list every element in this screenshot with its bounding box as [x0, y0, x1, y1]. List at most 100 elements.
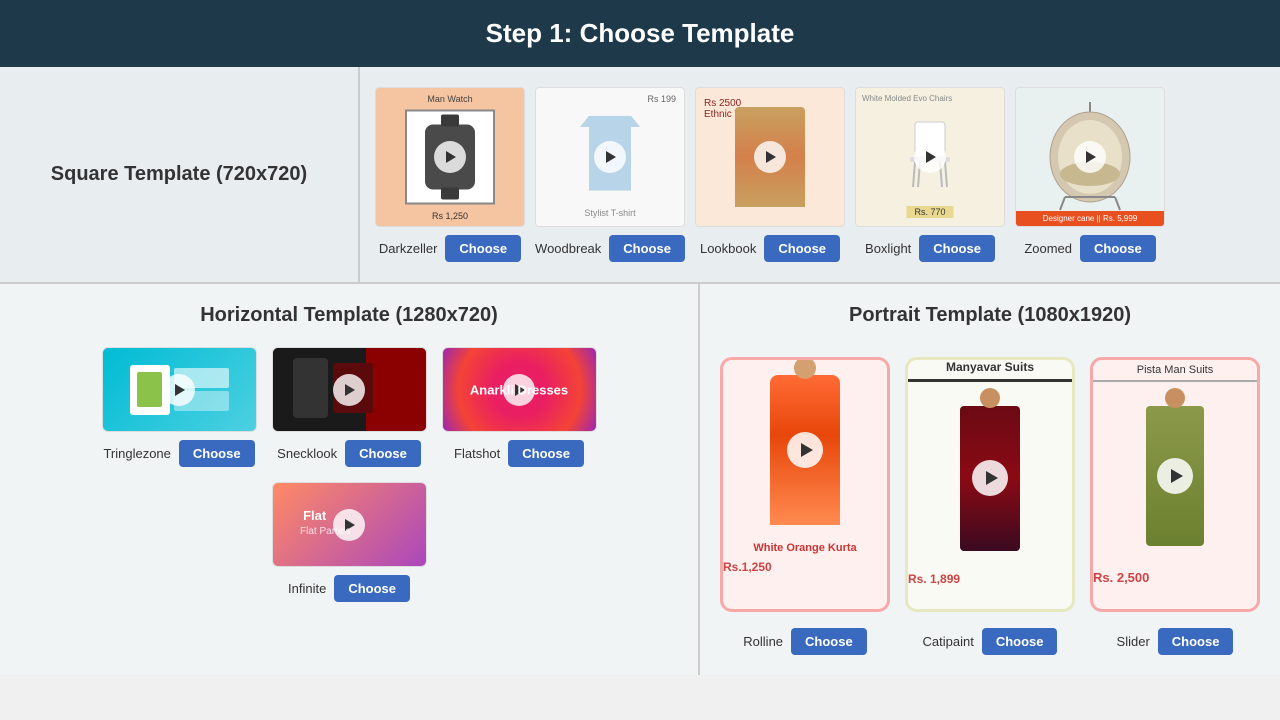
snecklook-label-row: Snecklook Choose	[277, 440, 421, 467]
main-content: Square Template (720x720) Man Watch Rs 1…	[0, 67, 1280, 675]
darkzeller-thumb: Man Watch Rs 1,250	[375, 87, 525, 227]
template-item-infinite: Flat Flat Parties Infinite Choose	[272, 482, 427, 602]
woodbreak-choose-btn[interactable]: Choose	[609, 235, 685, 262]
catipaint-price: Rs. 1,899	[908, 572, 1072, 586]
slider-figure	[1093, 386, 1257, 566]
slider-divider	[1093, 380, 1257, 382]
zoomed-name: Zoomed	[1024, 241, 1072, 256]
catipaint-play[interactable]	[972, 460, 1008, 496]
zoomed-choose-btn[interactable]: Choose	[1080, 235, 1156, 262]
tringlezone-thumb	[102, 347, 257, 432]
template-item-boxlight: White Molded Evo Chairs Rs. 770	[855, 87, 1005, 262]
woodbreak-sublabel: Stylist T-shirt	[584, 208, 635, 218]
rolline-price: Rs.1,250	[723, 560, 887, 574]
template-item-slider: Pista Man Suits Rs. 2,500 Slider Choose	[1090, 357, 1260, 655]
darkzeller-play[interactable]	[434, 141, 466, 173]
rolline-thumb: White Orange Kurta Rs.1,250	[720, 357, 890, 612]
horizontal-template-section: Horizontal Template (1280x720)	[0, 284, 700, 675]
lookbook-thumb: Rs 2500Ethnic Wear	[695, 87, 845, 227]
flatshot-name: Flatshot	[454, 446, 500, 461]
snecklook-choose-btn[interactable]: Choose	[345, 440, 421, 467]
template-item-flatshot: Anarkli Dresses Flatshot Choose	[442, 347, 597, 467]
catipaint-product-title: Manyavar Suits	[908, 360, 1072, 374]
infinite-thumb: Flat Flat Parties	[272, 482, 427, 567]
zoomed-label-row: Zoomed Choose	[1024, 235, 1155, 262]
slider-label-row: Slider Choose	[1117, 628, 1234, 655]
snecklook-thumb	[272, 347, 427, 432]
snecklook-play[interactable]	[333, 374, 365, 406]
rolline-figure	[723, 360, 887, 540]
lookbook-name: Lookbook	[700, 241, 756, 256]
woodbreak-price-top: Rs 199	[647, 94, 676, 104]
zoomed-thumb: Designer cane || Rs. 5,999	[1015, 87, 1165, 227]
tringlezone-product	[137, 372, 162, 407]
tringlezone-choose-btn[interactable]: Choose	[179, 440, 255, 467]
boxlight-play[interactable]	[914, 141, 946, 173]
horizontal-section-title: Horizontal Template (1280x720)	[200, 304, 498, 327]
snecklook-red	[366, 348, 426, 431]
slider-name: Slider	[1117, 634, 1150, 649]
snecklook-phone	[293, 358, 328, 418]
lookbook-choose-btn[interactable]: Choose	[764, 235, 840, 262]
rolline-product-name: White Orange Kurta	[723, 540, 887, 556]
zoomed-bottom-label: Designer cane || Rs. 5,999	[1016, 211, 1164, 226]
catipaint-choose-btn[interactable]: Choose	[982, 628, 1058, 655]
tringlezone-label-row: Tringlezone Choose	[103, 440, 254, 467]
woodbreak-name: Woodbreak	[535, 241, 601, 256]
boxlight-thumb: White Molded Evo Chairs Rs. 770	[855, 87, 1005, 227]
lookbook-play[interactable]	[754, 141, 786, 173]
catipaint-label-row: Catipaint Choose	[923, 628, 1058, 655]
slider-choose-btn[interactable]: Choose	[1158, 628, 1234, 655]
rolline-name: Rolline	[743, 634, 783, 649]
darkzeller-name: Darkzeller	[379, 241, 438, 256]
slider-product-title: Pista Man Suits	[1093, 360, 1257, 380]
template-item-snecklook: Snecklook Choose	[272, 347, 427, 467]
infinite-name: Infinite	[288, 581, 326, 596]
tringlezone-play[interactable]	[163, 374, 195, 406]
boxlight-price: Rs. 770	[906, 206, 953, 218]
darkzeller-label-row: Darkzeller Choose	[379, 235, 521, 262]
infinite-choose-btn[interactable]: Choose	[334, 575, 410, 602]
catipaint-divider	[908, 379, 1072, 382]
darkzeller-top-label: Man Watch	[427, 94, 472, 104]
flatshot-choose-btn[interactable]: Choose	[508, 440, 584, 467]
rolline-play[interactable]	[787, 432, 823, 468]
catipaint-figure	[908, 388, 1072, 568]
woodbreak-thumb: Rs 199 Stylist T-shirt	[535, 87, 685, 227]
flatshot-label-row: Flatshot Choose	[454, 440, 584, 467]
infinite-sub-text: Flat Parties	[300, 526, 351, 537]
boxlight-label-row: Boxlight Choose	[865, 235, 995, 262]
square-template-section: Square Template (720x720) Man Watch Rs 1…	[0, 67, 1280, 284]
slider-play[interactable]	[1157, 458, 1193, 494]
page-title: Step 1: Choose Template	[486, 18, 795, 48]
tringlezone-name: Tringlezone	[103, 446, 170, 461]
page-header: Step 1: Choose Template	[0, 0, 1280, 67]
infinite-label-row: Infinite Choose	[288, 575, 410, 602]
woodbreak-play[interactable]	[594, 141, 626, 173]
flatshot-thumb: Anarkli Dresses	[442, 347, 597, 432]
zoomed-play[interactable]	[1074, 141, 1106, 173]
rolline-choose-btn[interactable]: Choose	[791, 628, 867, 655]
bottom-sections: Horizontal Template (1280x720)	[0, 284, 1280, 675]
square-section-label: Square Template (720x720)	[0, 67, 360, 282]
horizontal-templates-row: Tringlezone Choose	[20, 347, 678, 602]
portrait-template-section: Portrait Template (1080x1920) White Oran…	[700, 284, 1280, 675]
square-templates-row: Man Watch Rs 1,250 Darkzeller Choose Rs …	[360, 67, 1280, 282]
slider-thumb: Pista Man Suits Rs. 2,500	[1090, 357, 1260, 612]
lookbook-label-row: Lookbook Choose	[700, 235, 840, 262]
template-item-darkzeller: Man Watch Rs 1,250 Darkzeller Choose	[375, 87, 525, 262]
portrait-templates-row: White Orange Kurta Rs.1,250 Rolline Choo…	[720, 357, 1260, 655]
template-item-catipaint: Manyavar Suits Rs. 1,899 Catipaint Choos…	[905, 357, 1075, 655]
boxlight-title: White Molded Evo Chairs	[862, 94, 952, 103]
darkzeller-choose-btn[interactable]: Choose	[445, 235, 521, 262]
woodbreak-label-row: Woodbreak Choose	[535, 235, 685, 262]
portrait-section-title: Portrait Template (1080x1920)	[849, 304, 1131, 327]
catipaint-name: Catipaint	[923, 634, 974, 649]
template-item-woodbreak: Rs 199 Stylist T-shirt Woodbreak Choose	[535, 87, 685, 262]
infinite-overlay-text: Flat	[303, 508, 326, 523]
template-item-rolline: White Orange Kurta Rs.1,250 Rolline Choo…	[720, 357, 890, 655]
template-item-tringlezone: Tringlezone Choose	[102, 347, 257, 467]
catipaint-thumb: Manyavar Suits Rs. 1,899	[905, 357, 1075, 612]
boxlight-choose-btn[interactable]: Choose	[919, 235, 995, 262]
slider-price: Rs. 2,500	[1093, 570, 1257, 585]
